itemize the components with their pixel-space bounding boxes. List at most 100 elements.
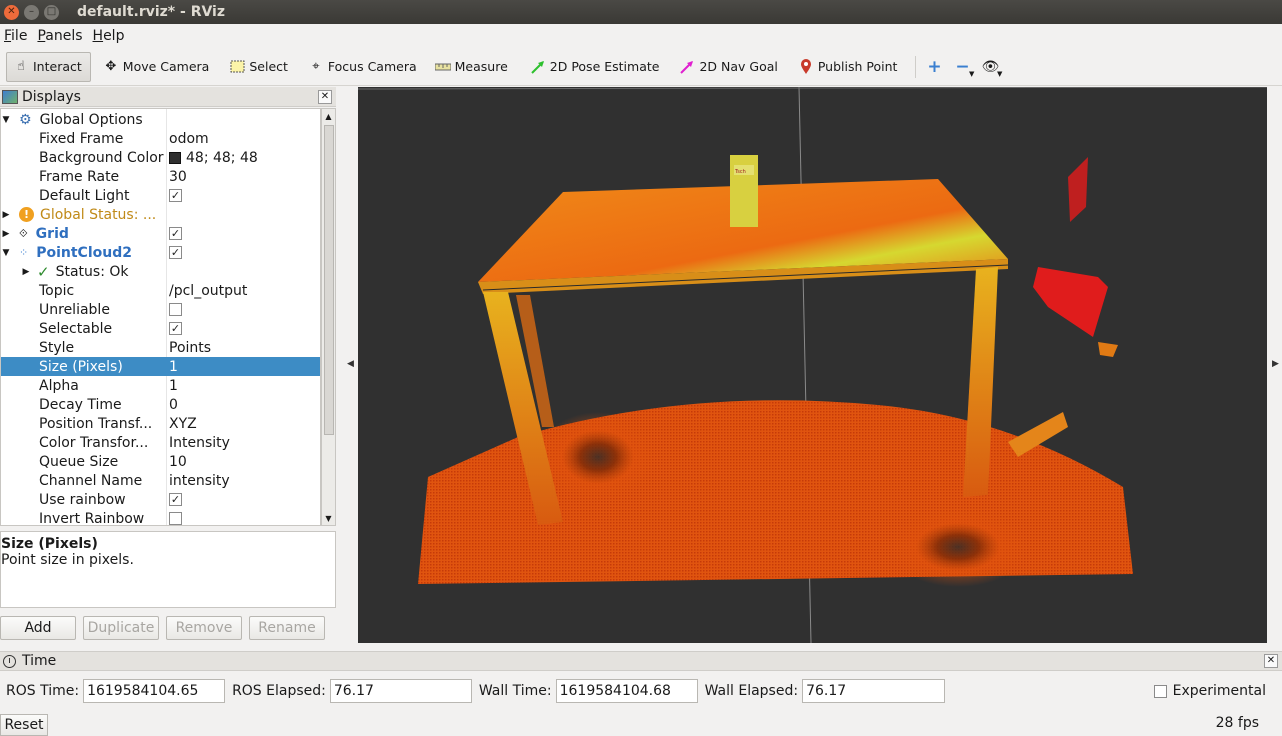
window-titlebar: ✕ – □ default.rviz* - RViz bbox=[0, 0, 1282, 24]
tree-row-use-rainbow[interactable]: Use rainbow ✓ bbox=[1, 490, 320, 509]
dropdown-arrow-icon: ▼ bbox=[997, 69, 1003, 78]
tree-row-channel-name[interactable]: Channel Name intensity bbox=[1, 471, 320, 490]
scroll-down-icon[interactable]: ▼ bbox=[322, 511, 335, 525]
property-description: Size (Pixels) Point size in pixels. bbox=[0, 531, 336, 608]
grid-checkbox[interactable]: ✓ bbox=[169, 227, 182, 240]
scroll-up-icon[interactable]: ▲ bbox=[322, 109, 335, 123]
tree-row-color-transformer[interactable]: Color Transfor... Intensity bbox=[1, 433, 320, 452]
pointcloud2-checkbox[interactable]: ✓ bbox=[169, 246, 182, 259]
monitor-icon bbox=[2, 89, 18, 104]
displays-tree[interactable]: ▼ ⚙ Global Options Fixed Frame odom Back… bbox=[0, 108, 321, 526]
svg-text:Tsch: Tsch bbox=[734, 169, 746, 175]
invert-rainbow-checkbox[interactable] bbox=[169, 512, 182, 525]
publish-point-tool-button[interactable]: Publish Point bbox=[792, 52, 906, 82]
ros-time-label: ROS Time: bbox=[6, 683, 80, 699]
tree-row-selectable[interactable]: Selectable ✓ bbox=[1, 319, 320, 338]
window-maximize-icon[interactable]: □ bbox=[44, 4, 59, 20]
wall-elapsed-field[interactable]: 76.17 bbox=[802, 679, 946, 703]
unreliable-checkbox[interactable] bbox=[169, 303, 182, 316]
pose-estimate-tool-button[interactable]: 2D Pose Estimate bbox=[524, 52, 668, 82]
remove-tool-button[interactable]: − ▼ bbox=[948, 54, 976, 80]
view-tool-button[interactable]: 👁 ▼ bbox=[976, 54, 1004, 80]
tree-row-frame-rate[interactable]: Frame Rate 30 bbox=[1, 167, 320, 186]
toolbar-separator bbox=[915, 55, 917, 78]
tree-row-fixed-frame[interactable]: Fixed Frame odom bbox=[1, 129, 320, 148]
focus-crosshair-icon: ⌖ bbox=[312, 59, 320, 74]
menu-panels[interactable]: Panels bbox=[32, 28, 87, 44]
tree-row-decay-time[interactable]: Decay Time 0 bbox=[1, 395, 320, 414]
clock-icon bbox=[3, 654, 16, 668]
close-icon[interactable]: ✕ bbox=[318, 89, 332, 104]
tree-row-status-ok[interactable]: ▶ ✓ Status: Ok bbox=[1, 262, 320, 281]
tree-row-style[interactable]: Style Points bbox=[1, 338, 320, 357]
map-pin-icon bbox=[798, 58, 814, 75]
dropdown-arrow-icon: ▼ bbox=[969, 69, 975, 78]
window-minimize-icon[interactable]: – bbox=[24, 4, 39, 20]
minus-icon: − bbox=[955, 56, 970, 77]
fps-readout: 28 fps bbox=[1215, 715, 1259, 731]
menu-file[interactable]: File bbox=[0, 28, 32, 44]
close-icon[interactable]: ✕ bbox=[1264, 654, 1278, 668]
wall-time-label: Wall Time: bbox=[478, 683, 552, 699]
tree-row-topic[interactable]: Topic /pcl_output bbox=[1, 281, 320, 300]
wall-elapsed-label: Wall Elapsed: bbox=[704, 683, 799, 699]
rename-button[interactable]: Rename bbox=[249, 616, 325, 640]
tree-row-default-light[interactable]: Default Light ✓ bbox=[1, 186, 320, 205]
nav-goal-tool-button[interactable]: 2D Nav Goal bbox=[673, 52, 785, 82]
tree-row-alpha[interactable]: Alpha 1 bbox=[1, 376, 320, 395]
expand-triangle-icon[interactable]: ▼ bbox=[1, 115, 11, 125]
default-light-checkbox[interactable]: ✓ bbox=[169, 189, 182, 202]
focus-camera-tool-button[interactable]: ⌖ Focus Camera bbox=[302, 52, 425, 82]
color-swatch[interactable] bbox=[169, 151, 181, 164]
window-close-icon[interactable]: ✕ bbox=[4, 4, 19, 20]
tool-toolbar: ☝ Interact ✥ Move Camera Select ⌖ Focus … bbox=[0, 48, 1282, 86]
checkmark-icon: ✓ bbox=[37, 262, 50, 281]
expand-triangle-icon[interactable]: ▶ bbox=[1, 210, 11, 220]
add-button[interactable]: Add bbox=[0, 616, 76, 640]
move-camera-icon: ✥ bbox=[105, 59, 117, 74]
render-viewport[interactable]: Tsch bbox=[358, 87, 1267, 643]
displays-scrollbar[interactable]: ▲ ▼ bbox=[321, 108, 336, 526]
duplicate-button[interactable]: Duplicate bbox=[83, 616, 159, 640]
ros-time-field[interactable]: 1619584104.65 bbox=[83, 679, 226, 703]
description-title: Size (Pixels) bbox=[1, 536, 98, 552]
tree-row-global-status[interactable]: ▶ ! Global Status: ... bbox=[1, 205, 320, 224]
select-tool-button[interactable]: Select bbox=[223, 52, 296, 82]
tree-row-global-options[interactable]: ▼ ⚙ Global Options bbox=[1, 110, 320, 129]
displays-panel-header: Displays ✕ bbox=[0, 87, 336, 107]
tree-row-unreliable[interactable]: Unreliable bbox=[1, 300, 320, 319]
time-panel: ROS Time: 1619584104.65 ROS Elapsed: 76.… bbox=[0, 678, 1282, 704]
interact-tool-button[interactable]: ☝ Interact bbox=[6, 51, 91, 82]
remove-button[interactable]: Remove bbox=[166, 616, 242, 640]
move-camera-tool-button[interactable]: ✥ Move Camera bbox=[97, 52, 218, 82]
displays-panel: Displays ✕ ▼ ⚙ Global Options Fixed Fram… bbox=[0, 87, 336, 641]
time-panel-header: Time ✕ bbox=[0, 651, 1282, 671]
expand-triangle-icon[interactable]: ▶ bbox=[1, 229, 11, 239]
red-point-cluster bbox=[1033, 267, 1108, 337]
window-title: default.rviz* - RViz bbox=[77, 4, 226, 20]
menu-help[interactable]: Help bbox=[88, 28, 130, 44]
tree-row-grid[interactable]: ▶ ⟐ Grid ✓ bbox=[1, 224, 320, 243]
use-rainbow-checkbox[interactable]: ✓ bbox=[169, 493, 182, 506]
tree-row-position-transformer[interactable]: Position Transf... XYZ bbox=[1, 414, 320, 433]
collapse-left-icon[interactable]: ◀ bbox=[347, 359, 354, 369]
scrollbar-thumb[interactable] bbox=[324, 125, 334, 435]
experimental-toggle[interactable]: Experimental bbox=[1153, 683, 1266, 699]
expand-triangle-icon[interactable]: ▶ bbox=[21, 267, 31, 277]
ros-elapsed-label: ROS Elapsed: bbox=[232, 683, 326, 699]
ros-elapsed-field[interactable]: 76.17 bbox=[329, 679, 472, 703]
tree-row-pointcloud2[interactable]: ▼ ⁘ PointCloud2 ✓ bbox=[1, 243, 320, 262]
measure-tool-button[interactable]: Measure bbox=[429, 52, 516, 82]
select-box-icon bbox=[229, 59, 245, 75]
tree-row-size-pixels[interactable]: Size (Pixels) 1 bbox=[1, 357, 320, 376]
experimental-checkbox[interactable] bbox=[1153, 684, 1167, 698]
selectable-checkbox[interactable]: ✓ bbox=[169, 322, 182, 335]
collapse-right-icon[interactable]: ▶ bbox=[1272, 359, 1279, 369]
tree-row-invert-rainbow[interactable]: Invert Rainbow bbox=[1, 509, 320, 525]
tree-row-queue-size[interactable]: Queue Size 10 bbox=[1, 452, 320, 471]
expand-triangle-icon[interactable]: ▼ bbox=[1, 248, 11, 258]
gear-icon: ⚙ bbox=[19, 111, 32, 128]
wall-time-field[interactable]: 1619584104.68 bbox=[555, 679, 698, 703]
add-tool-button[interactable]: + bbox=[920, 54, 948, 80]
tree-row-background-color[interactable]: Background Color 48; 48; 48 bbox=[1, 148, 320, 167]
